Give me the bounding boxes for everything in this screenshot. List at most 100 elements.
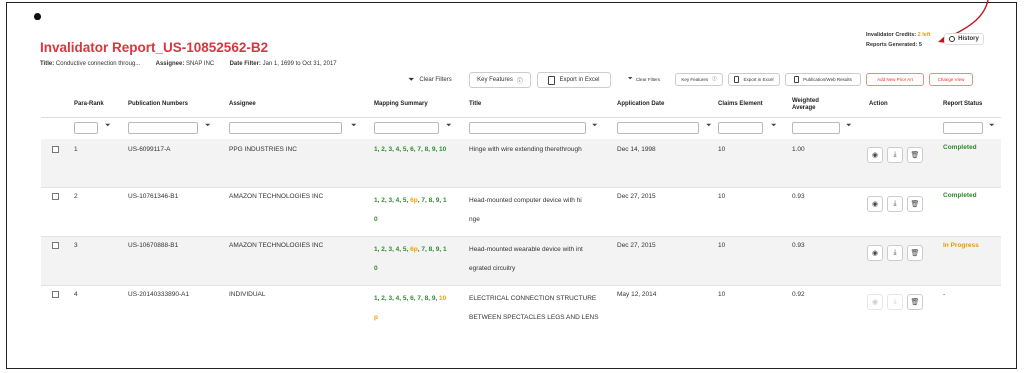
header-title[interactable]: Title — [469, 92, 481, 117]
row-date: Dec 27, 2015 — [617, 193, 656, 200]
filter-date-input[interactable] — [617, 122, 699, 134]
download-icon[interactable]: ⤓ — [887, 147, 903, 163]
table-row: 3 US-10670888-B1 AMAZON TECHNOLOGIES INC… — [41, 237, 1001, 285]
row-publication[interactable]: US-10670888-B1 — [128, 238, 178, 254]
row-publication[interactable]: US-6099117-A — [128, 142, 171, 158]
download-icon: ⤓ — [887, 294, 903, 310]
status-badge: Completed — [943, 192, 977, 199]
trash-icon[interactable]: 🗑 — [907, 294, 923, 310]
filter-status-icon[interactable]: ⏷ — [989, 122, 995, 130]
filter-assignee-input[interactable] — [229, 122, 342, 134]
filter-date-icon[interactable]: ⏷ — [706, 122, 712, 130]
row-checkbox[interactable] — [52, 291, 59, 298]
row-checkbox[interactable] — [52, 242, 59, 249]
credits-label: Invalidator Credits: — [866, 32, 917, 38]
publication-results-label: Publication/Web Results — [803, 76, 852, 82]
meta-assignee-value: SNAP INC — [186, 61, 215, 67]
title-line1: ELECTRICAL CONNECTION STRUCTURE — [469, 295, 597, 302]
clear-filters-button[interactable]: ⏷ Clear Filters — [408, 75, 463, 85]
history-button[interactable]: History — [944, 33, 984, 45]
header-para-rank[interactable]: Para-Rank — [74, 92, 104, 117]
view-eye-icon[interactable]: ◉ — [867, 196, 883, 212]
download-icon[interactable]: ⤓ — [887, 245, 903, 261]
filter-weighted-input[interactable] — [792, 122, 840, 134]
key-features-button[interactable]: Key Features ⓘ — [469, 72, 531, 88]
export-excel-small-button[interactable]: Export in Excel — [728, 72, 780, 86]
row-checkbox[interactable] — [52, 146, 59, 153]
status-badge: In Progress — [943, 242, 979, 249]
header-publication-numbers[interactable]: Publication Numbers — [128, 92, 188, 117]
row-mapping[interactable]: 1, 2, 3, 4, 5, 6p, 7, 8, 9, 1 0 — [374, 191, 447, 229]
change-view-label: Change View — [937, 76, 965, 82]
filter-assignee-icon[interactable]: ⏷ — [351, 122, 357, 130]
filter-publication-icon[interactable]: ⏷ — [205, 122, 211, 130]
publication-results-button[interactable]: Publication/Web Results — [785, 72, 861, 86]
export-excel-small-label: Export in Excel — [743, 76, 774, 82]
row-checkbox[interactable] — [52, 193, 59, 200]
report-title: Invalidator Report_US-10852562-B2 — [40, 40, 269, 55]
mapping-partial: 6p — [410, 246, 418, 253]
reports-generated-label: Reports Generated: — [866, 42, 918, 48]
filter-title-input[interactable] — [469, 122, 586, 134]
clear-filters-small-button[interactable]: ⏷ Clear Filters — [628, 76, 670, 83]
trash-icon[interactable]: 🗑 — [907, 147, 923, 163]
key-features-small-button[interactable]: Key Features ⓘ — [675, 72, 723, 86]
filter-para-rank-icon[interactable]: ⏷ — [105, 122, 111, 130]
header-report-status[interactable]: Report Status — [943, 92, 982, 117]
clear-filter-small-icon: ⏷ — [628, 75, 633, 82]
filter-publication-input[interactable] — [128, 122, 198, 134]
mapping-green: 1, 2, 3, 4, 5, — [374, 246, 411, 253]
filter-claims-icon[interactable]: ⏷ — [771, 122, 777, 130]
title-line1: Head-mounted wearable device with int — [469, 246, 583, 253]
row-title: Hinge with wire extending therethrough — [469, 146, 582, 153]
key-features-small-label: Key Features — [681, 76, 709, 82]
row-rank: 4 — [74, 291, 78, 298]
change-view-button[interactable]: Change View — [929, 72, 973, 86]
filter-claims-input[interactable] — [718, 122, 763, 134]
row-publication[interactable]: US-10761346-B1 — [128, 189, 178, 205]
apple-icon — [34, 13, 41, 20]
row-mapping[interactable]: 1, 2, 3, 4, 5, 6, 7, 8, 9, 10 — [374, 142, 446, 158]
clear-filters-small-label: Clear Filters — [635, 76, 661, 82]
add-prior-art-button[interactable]: Add New Prior Art — [866, 72, 924, 86]
filter-status-input[interactable] — [943, 122, 983, 134]
download-icon[interactable]: ⤓ — [887, 196, 903, 212]
row-title: Head-mounted computer device with hi nge — [469, 191, 582, 229]
mapping-green: 1, 2, 3, 4, 5, — [374, 197, 411, 204]
status-badge: - — [943, 291, 946, 298]
row-actions: ◉ ⤓ 🗑 — [867, 196, 923, 212]
view-eye-icon[interactable]: ◉ — [867, 147, 883, 163]
header-mapping-summary[interactable]: Mapping Summary — [374, 92, 428, 117]
filter-mapping-input[interactable] — [374, 122, 439, 134]
row-publication[interactable]: US-20140333890-A1 — [128, 287, 189, 303]
table-row: 1 US-6099117-A PPG INDUSTRIES INC 1, 2, … — [41, 139, 1001, 187]
credits-panel: Invalidator Credits: 2 left Reports Gene… — [866, 30, 931, 50]
export-excel-button[interactable]: Export in Excel — [537, 72, 611, 88]
meta-title-value: Conductive connection throug... — [55, 61, 141, 67]
header-claims-element[interactable]: Claims Element — [718, 92, 763, 117]
filter-title-icon[interactable]: ⏷ — [592, 122, 598, 130]
meta-date-value: Jan 1, 1699 to Oct 31, 2017 — [262, 61, 337, 67]
credits-value: 2 left — [917, 32, 931, 38]
row-claims: 10 — [718, 291, 726, 298]
row-date: Dec 14, 1998 — [617, 146, 656, 153]
header-assignee[interactable]: Assignee — [229, 92, 256, 117]
filter-weighted-icon[interactable]: ⏷ — [846, 122, 852, 130]
filter-mapping-icon[interactable]: ⏷ — [446, 122, 452, 130]
mapping-text: 1, 2, 3, 4, 5, 6, 7, 8, 9, 10 — [374, 146, 447, 153]
view-eye-icon[interactable]: ◉ — [867, 245, 883, 261]
header-weighted-average[interactable]: Weighted Average — [792, 92, 832, 117]
row-mapping[interactable]: 1, 2, 3, 4, 5, 6, 7, 8, 9, 10 p — [374, 289, 446, 327]
row-mapping[interactable]: 1, 2, 3, 4, 5, 6p, 7, 8, 9, 1 0 — [374, 240, 447, 278]
clear-filter-icon: ⏷ — [408, 75, 415, 84]
info-icon: ⓘ — [516, 78, 523, 85]
trash-icon[interactable]: 🗑 — [907, 196, 923, 212]
row-actions: ◉ ⤓ 🗑 — [867, 147, 923, 163]
header-application-date[interactable]: Application Date — [617, 92, 664, 117]
table-row: 2 US-10761346-B1 AMAZON TECHNOLOGIES INC… — [41, 188, 1001, 236]
trash-icon[interactable]: 🗑 — [907, 245, 923, 261]
results-document-icon — [794, 75, 800, 83]
mapping-partial: 6p — [410, 197, 418, 204]
meta-title-label: Title: — [40, 61, 55, 67]
filter-para-rank-input[interactable] — [74, 122, 98, 134]
